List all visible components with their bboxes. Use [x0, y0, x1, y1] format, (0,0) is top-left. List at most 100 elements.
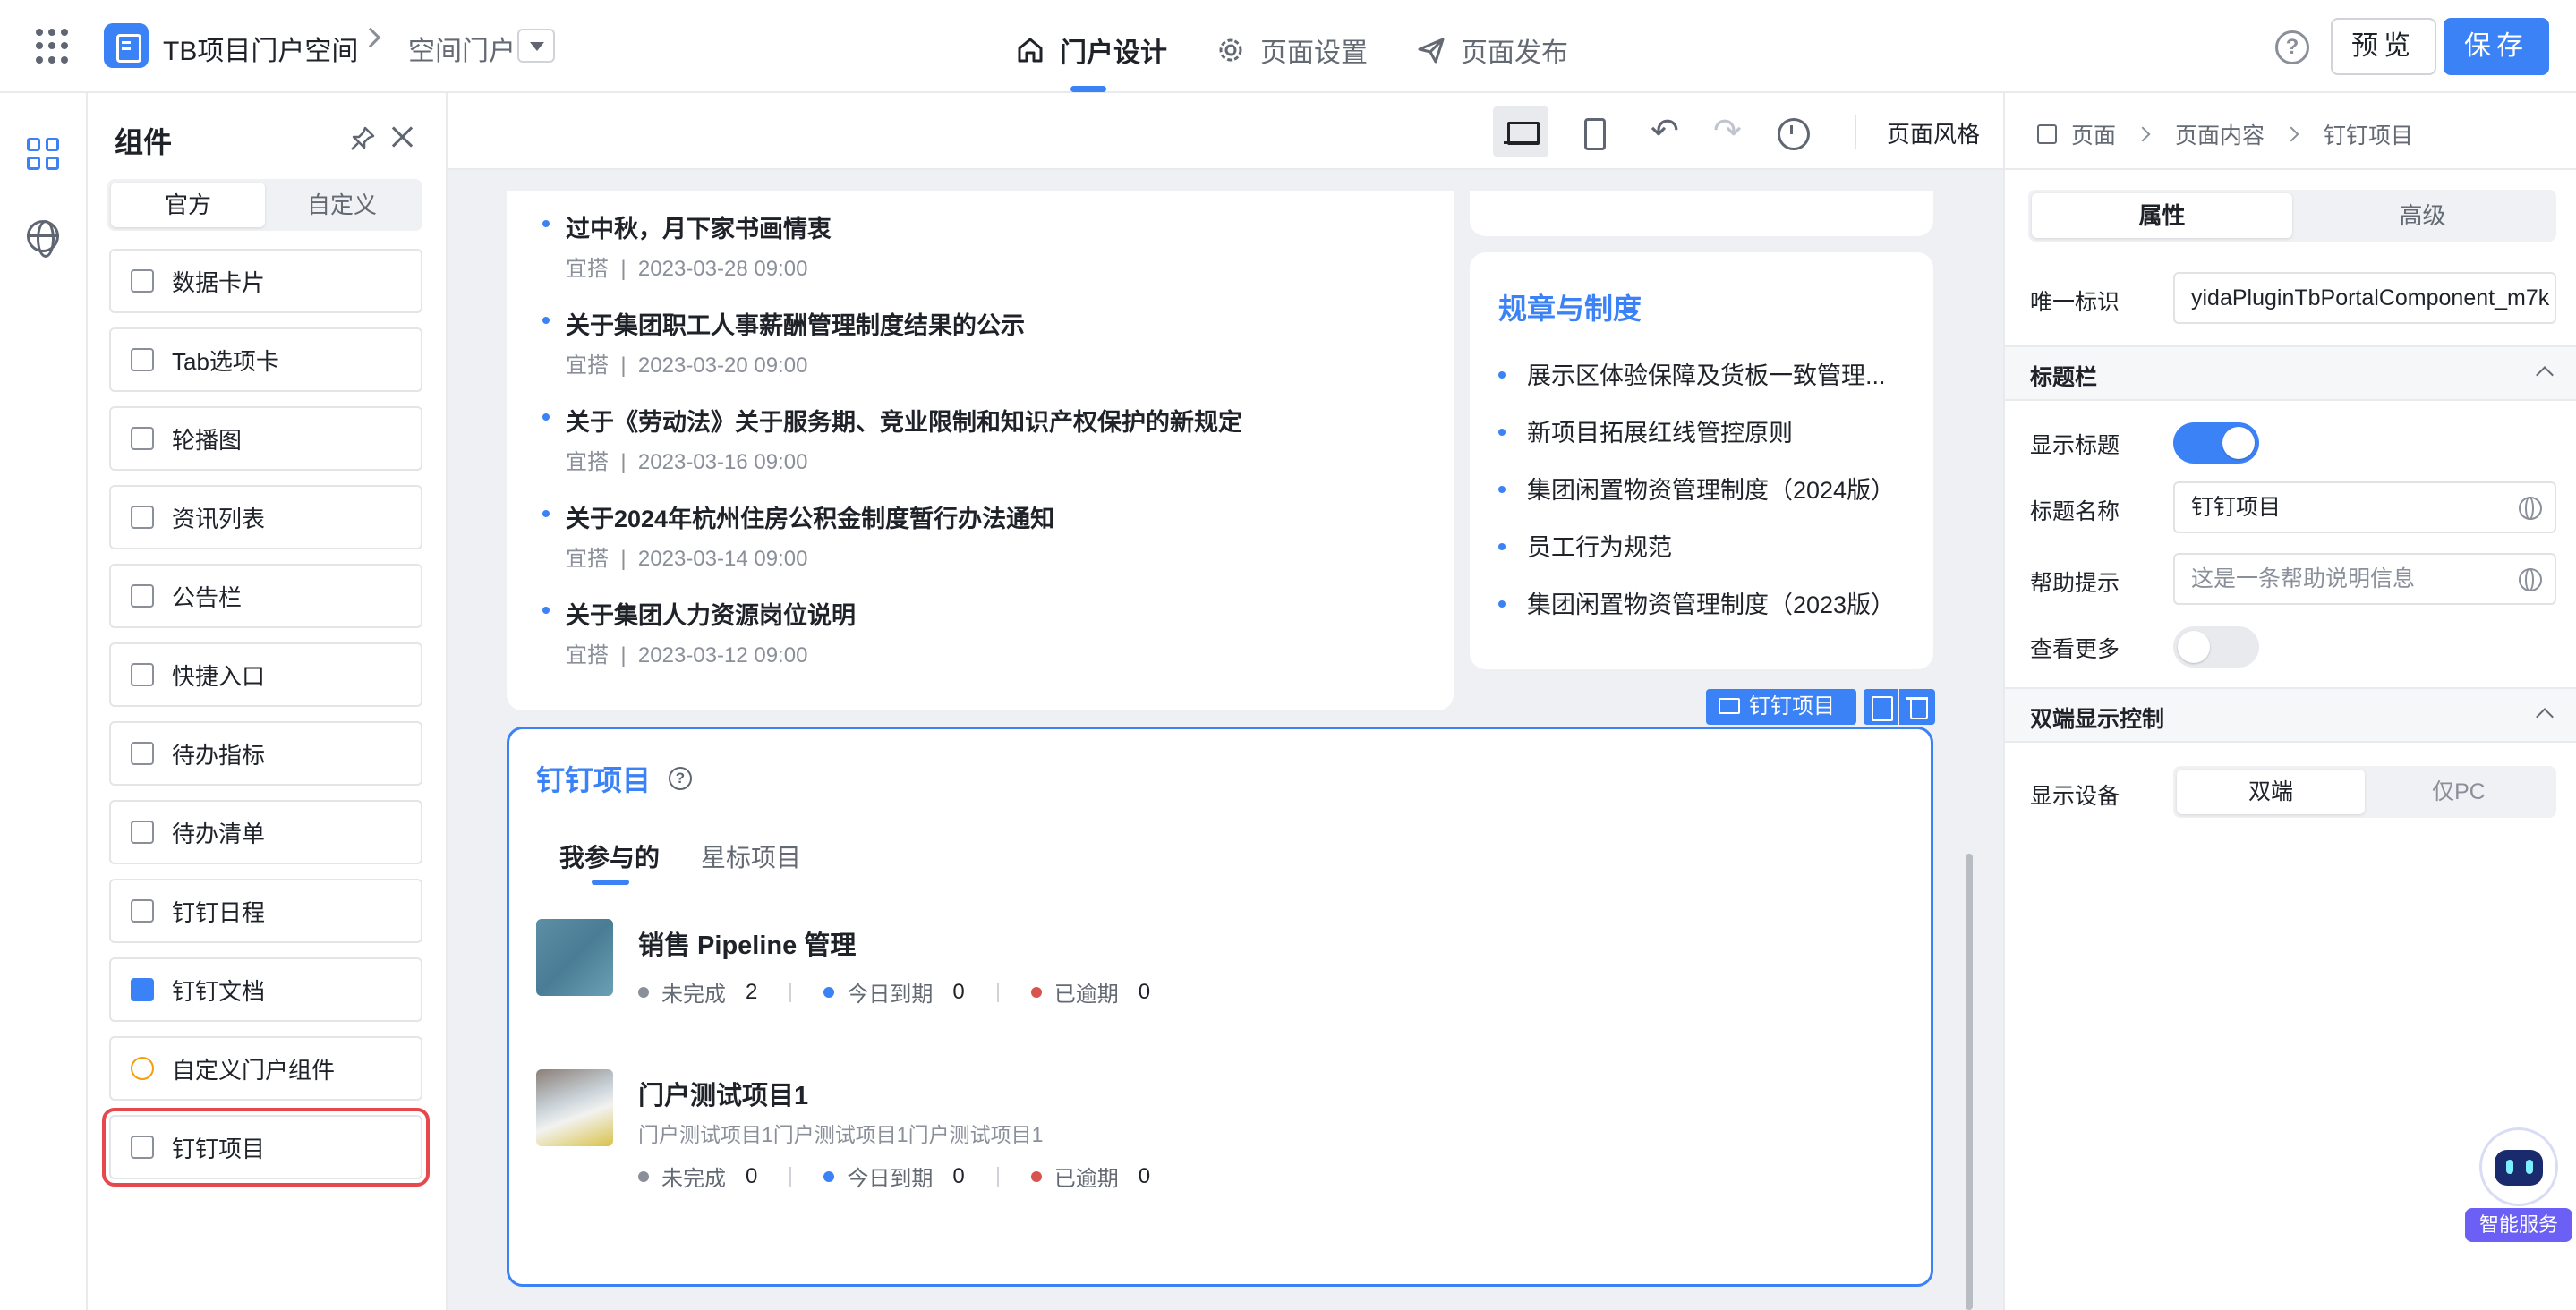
save-button[interactable]: 保存 [2444, 18, 2549, 75]
tab-starred[interactable]: 星标项目 [701, 838, 801, 874]
list-item[interactable]: 员工行为规范 [1498, 528, 1910, 563]
app-title[interactable]: TB项目门户空间 [163, 29, 358, 68]
selected-component-tag[interactable]: 钉钉项目 [1706, 689, 1856, 725]
display-device-selector: 双端 仅PC [2173, 766, 2556, 818]
help-icon[interactable]: ? [669, 767, 692, 790]
breadcrumb-page[interactable]: 页面 [2071, 118, 2116, 150]
component-item-shortcuts[interactable]: 快捷入口 [109, 642, 422, 707]
help-icon[interactable]: ? [2275, 30, 2309, 64]
component-item-todo-metric[interactable]: 待办指标 [109, 721, 422, 786]
app-launcher-icon[interactable] [36, 29, 72, 64]
chevron-right-icon [2283, 126, 2299, 142]
undo-icon[interactable] [1638, 106, 1693, 157]
component-label: 待办指标 [172, 741, 266, 769]
tab-portal-design[interactable]: 门户设计 [1015, 30, 1167, 70]
calendar-icon [131, 899, 154, 923]
help-tip-input[interactable]: 这是一条帮助说明信息 [2173, 553, 2556, 605]
list-item[interactable]: 新项目拓展红线管控原则 [1498, 413, 1910, 448]
section-dual-display[interactable]: 双端显示控制 [2005, 687, 2576, 743]
list-item[interactable]: 展示区体验保障及货板一致管理... [1498, 356, 1910, 391]
component-item-custom-portal[interactable]: 自定义门户组件 [109, 1036, 422, 1101]
component-item-bulletin[interactable]: 公告栏 [109, 564, 422, 628]
portal-dropdown-button[interactable] [517, 29, 555, 63]
stat-incomplete: 未完成 2 [638, 976, 757, 1008]
news-title: 过中秋，月下家书画情衷 [566, 216, 832, 242]
news-meta: 宜搭 | 2023-03-16 09:00 [566, 450, 808, 474]
robot-icon[interactable] [2479, 1127, 2558, 1206]
ding-project-card[interactable]: 钉钉项目 ? 我参与的 星标项目 销售 Pipeline 管理 未完成 2 今日到… [507, 727, 1933, 1287]
canvas-toolbar: 页面风格 [448, 93, 2003, 170]
globe-icon[interactable] [2519, 497, 2542, 520]
rules-card[interactable]: 规章与制度 展示区体验保障及货板一致管理... 新项目拓展红线管控原则 集团闲置… [1470, 252, 1933, 669]
component-item-todo-list[interactable]: 待办清单 [109, 800, 422, 864]
canvas-scrollbar[interactable] [1966, 854, 1973, 1310]
design-canvas: 页面风格 过中秋，月下家书画情衷 宜搭 | 2023-03-28 09:00 关… [448, 93, 2003, 1310]
list-item[interactable]: 集团闲置物资管理制度（2024版） [1498, 471, 1910, 506]
unique-id-label: 唯一标识 [2030, 290, 2120, 315]
tab-label: 门户设计 [1060, 38, 1167, 68]
chevron-up-icon[interactable] [2536, 366, 2554, 384]
unique-id-input[interactable]: yidaPluginTbPortalComponent_m7k [2173, 272, 2556, 324]
component-item-calendar[interactable]: 钉钉日程 [109, 879, 422, 943]
device-option-both[interactable]: 双端 [2177, 770, 2365, 814]
desktop-view-icon[interactable] [1493, 106, 1548, 157]
device-option-pc-only[interactable]: 仅PC [2365, 770, 2553, 814]
mobile-view-icon[interactable] [1565, 106, 1620, 157]
section-title-bar[interactable]: 标题栏 [2005, 345, 2576, 401]
show-title-toggle[interactable] [2173, 422, 2259, 464]
component-item-carousel[interactable]: 轮播图 [109, 406, 422, 471]
tab-page-publish[interactable]: 页面发布 [1416, 30, 1568, 70]
tab-advanced[interactable]: 高级 [2292, 193, 2553, 238]
close-icon[interactable] [388, 123, 415, 150]
component-item-data-card[interactable]: 数据卡片 [109, 249, 422, 313]
tab-custom[interactable]: 自定义 [265, 183, 419, 227]
component-list: 数据卡片 Tab选项卡 轮播图 资讯列表 公告栏 快捷入口 待办指标 待办清单 … [102, 249, 430, 1194]
bullet [542, 510, 550, 517]
component-item-ding-project[interactable]: 钉钉项目 [102, 1108, 430, 1187]
copy-icon[interactable] [1864, 689, 1898, 725]
chevron-right-icon [360, 27, 381, 48]
globe-icon[interactable] [27, 220, 59, 258]
component-item-tab[interactable]: Tab选项卡 [109, 328, 422, 392]
page-style-button[interactable]: 页面风格 [1887, 116, 1980, 149]
component-label: 待办清单 [172, 820, 266, 847]
preview-button[interactable]: 预览 [2331, 18, 2436, 75]
todo-metric-icon [131, 742, 154, 765]
smart-service-button[interactable]: 智能服务 [2465, 1208, 2572, 1242]
component-item-doc[interactable]: 钉钉文档 [109, 957, 422, 1022]
news-meta: 宜搭 | 2023-03-20 09:00 [566, 353, 808, 378]
display-device-label: 显示设备 [2030, 784, 2120, 809]
project-thumbnail [536, 1069, 613, 1146]
breadcrumb-page-content[interactable]: 页面内容 [2175, 118, 2265, 150]
toolbar-divider [1855, 115, 1856, 149]
history-icon[interactable] [1763, 106, 1819, 157]
news-title: 关于《劳动法》关于服务期、竞业限制和知识产权保护的新规定 [566, 409, 1242, 436]
pin-icon[interactable] [349, 125, 376, 152]
components-grid-icon[interactable] [27, 138, 59, 170]
tab-label: 页面设置 [1260, 38, 1368, 68]
component-item-news-list[interactable]: 资讯列表 [109, 485, 422, 549]
title-name-input[interactable]: 钉钉项目 [2173, 481, 2556, 533]
bulletin-card-partial[interactable] [1470, 191, 1933, 236]
tab-properties[interactable]: 属性 [2032, 193, 2292, 238]
rules-title: 规章与制度 [1498, 293, 1642, 325]
view-more-toggle[interactable] [2173, 626, 2259, 668]
data-card-icon [131, 269, 154, 293]
property-panel: 页面 页面内容 钉钉项目 属性 高级 唯一标识 yidaPluginTbPort… [2003, 93, 2576, 1310]
space-portal-crumb[interactable]: 空间门户 [408, 29, 516, 68]
stat-overdue: 已逾期 0 [1030, 1161, 1150, 1192]
list-item[interactable]: 集团闲置物资管理制度（2023版） [1498, 585, 1910, 620]
component-label: 自定义门户组件 [172, 1056, 336, 1084]
chevron-up-icon[interactable] [2536, 708, 2554, 726]
news-list-card[interactable]: 过中秋，月下家书画情衷 宜搭 | 2023-03-28 09:00 关于集团职工… [507, 191, 1454, 710]
tab-page-settings[interactable]: 页面设置 [1215, 30, 1368, 70]
tab-participating[interactable]: 我参与的 [559, 838, 660, 874]
redo-icon[interactable] [1701, 106, 1756, 157]
tab-official[interactable]: 官方 [111, 183, 265, 227]
component-label: 资讯列表 [172, 505, 266, 532]
component-label: 轮播图 [172, 426, 243, 454]
component-source-tabs: 官方 自定义 [107, 179, 422, 231]
globe-icon[interactable] [2519, 568, 2542, 591]
bullet [1498, 370, 1506, 379]
trash-icon[interactable] [1899, 689, 1935, 725]
